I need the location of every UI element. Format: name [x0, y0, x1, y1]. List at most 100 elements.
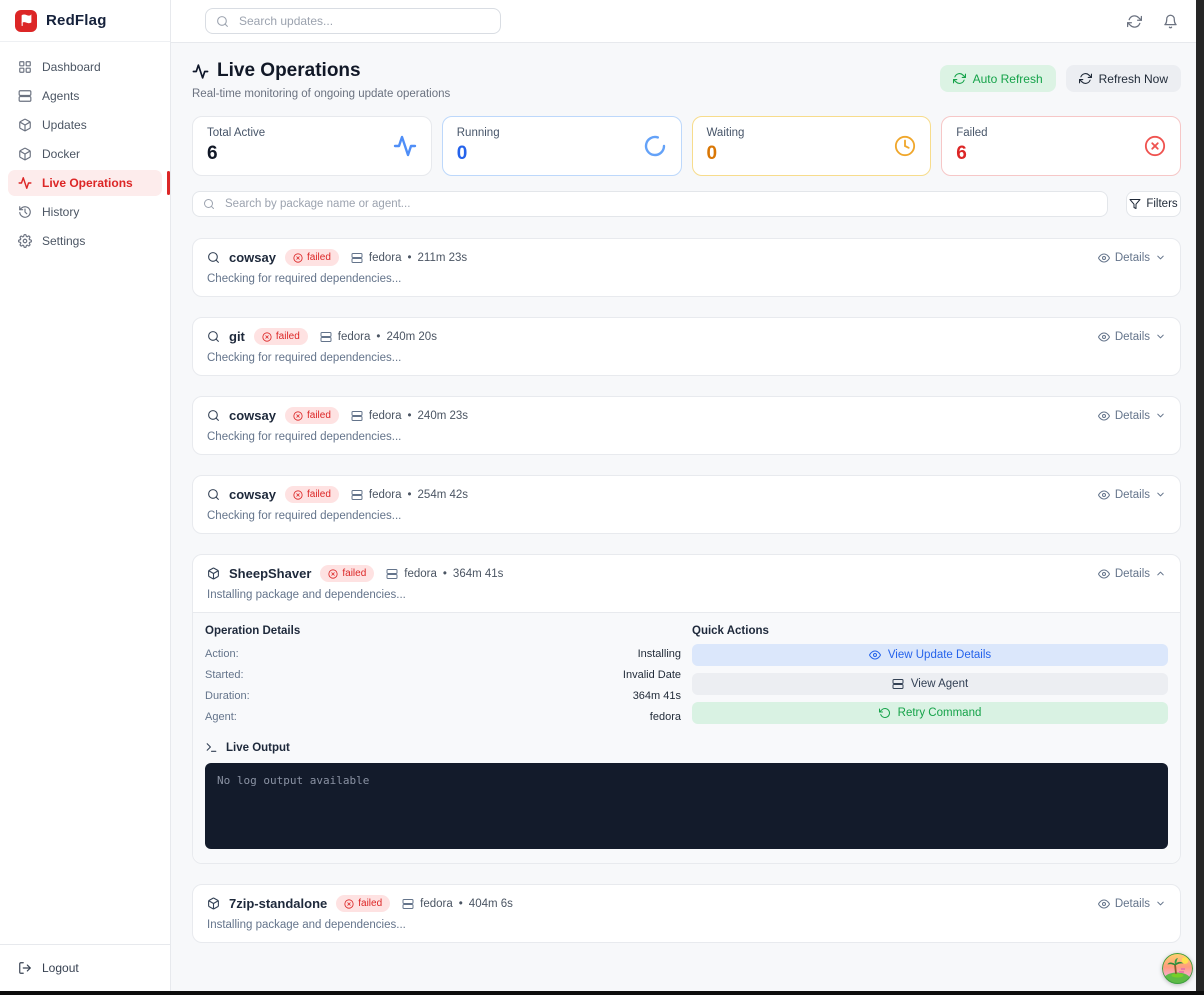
- topbar-icons: [1127, 14, 1178, 29]
- details-toggle[interactable]: Details: [1098, 410, 1166, 422]
- operations-search[interactable]: [192, 191, 1108, 217]
- sidebar-item-updates[interactable]: Updates: [8, 112, 162, 138]
- operation-name: cowsay: [229, 487, 276, 502]
- operation-details-title: Operation Details: [205, 625, 681, 637]
- search-icon: [207, 409, 220, 422]
- chevron-down-icon: [1155, 331, 1166, 342]
- bullet-separator: •: [408, 489, 412, 501]
- sidebar-item-label: Settings: [42, 234, 85, 248]
- sidebar-item-agents[interactable]: Agents: [8, 83, 162, 109]
- details-toggle[interactable]: Details: [1098, 568, 1166, 580]
- filters-button[interactable]: Filters: [1126, 191, 1181, 217]
- bullet-separator: •: [459, 898, 463, 910]
- chevron-down-icon: [1155, 410, 1166, 421]
- live-output-title: Live Output: [226, 742, 290, 754]
- quick-actions-column: Quick Actions View Update Details View A…: [692, 625, 1168, 731]
- search-icon: [207, 330, 220, 343]
- search-icon: [203, 198, 215, 210]
- status-badge: failed: [254, 328, 308, 345]
- agent-name: fedora: [404, 568, 437, 580]
- refresh-now-label: Refresh Now: [1099, 72, 1168, 86]
- x-circle-icon: [262, 332, 272, 342]
- sidebar-item-history[interactable]: History: [8, 199, 162, 225]
- action-label: Retry Command: [898, 707, 982, 719]
- operation-message: Installing package and dependencies...: [193, 582, 1180, 612]
- operation-message: Checking for required dependencies...: [193, 424, 1180, 454]
- view-update-details-button[interactable]: View Update Details: [692, 644, 1168, 666]
- operation-name: SheepShaver: [229, 566, 311, 581]
- detail-row-started: Started: Invalid Date: [205, 665, 681, 686]
- detail-value: fedora: [650, 711, 681, 723]
- duration: 404m 6s: [469, 898, 513, 910]
- operations-search-input[interactable]: [223, 197, 1097, 211]
- retry-command-button[interactable]: Retry Command: [692, 702, 1168, 724]
- x-circle-icon: [1144, 135, 1166, 157]
- global-search-input[interactable]: [237, 13, 490, 29]
- server-icon: [402, 898, 414, 910]
- action-label: View Agent: [911, 678, 968, 690]
- logout-label: Logout: [42, 961, 79, 975]
- duration: 364m 41s: [453, 568, 504, 580]
- sidebar-item-docker[interactable]: Docker: [8, 141, 162, 167]
- bullet-separator: •: [408, 252, 412, 264]
- stats-row: Total Active 6 Running 0 Waiting 0: [192, 116, 1181, 176]
- detail-row-action: Action: Installing: [205, 644, 681, 665]
- stat-value: 6: [956, 143, 987, 165]
- operation-card-7zip-standalone: 7zip-standalone failed fedora • 404m 6s …: [192, 884, 1181, 943]
- gear-icon: [18, 234, 32, 248]
- sidebar-item-label: Docker: [42, 147, 80, 161]
- eye-icon: [1098, 568, 1110, 580]
- details-toggle[interactable]: Details: [1098, 331, 1166, 343]
- activity-icon: [192, 63, 209, 80]
- agent-name: fedora: [338, 331, 371, 343]
- package-icon: [207, 567, 220, 580]
- sidebar-item-settings[interactable]: Settings: [8, 228, 162, 254]
- chevron-up-icon: [1155, 568, 1166, 579]
- stat-label: Running: [457, 127, 500, 139]
- filters-label: Filters: [1146, 198, 1177, 210]
- chevron-down-icon: [1155, 252, 1166, 263]
- refresh-now-button[interactable]: Refresh Now: [1066, 65, 1181, 92]
- bell-icon[interactable]: [1163, 14, 1178, 29]
- package-icon: [18, 118, 32, 132]
- operation-message: Installing package and dependencies...: [193, 912, 1180, 942]
- agent-name: fedora: [369, 410, 402, 422]
- sidebar-item-dashboard[interactable]: Dashboard: [8, 54, 162, 80]
- island-widget-button[interactable]: [1162, 953, 1193, 984]
- operation-meta: fedora • 254m 42s: [351, 489, 468, 501]
- global-search[interactable]: [205, 8, 501, 34]
- refresh-icon[interactable]: [1127, 14, 1142, 29]
- sidebar: RedFlag Dashboard Agents Updates Docker …: [0, 0, 171, 995]
- operation-card-cowsay: cowsay failed fedora • 211m 23s Details: [192, 238, 1181, 297]
- operation-card-cowsay: cowsay failed fedora • 240m 23s Details: [192, 396, 1181, 455]
- search-icon: [216, 15, 229, 28]
- expanded-details-panel: Operation Details Action: Installing Sta…: [193, 612, 1180, 863]
- detail-row-duration: Duration: 364m 41s: [205, 686, 681, 707]
- stat-value: 6: [207, 143, 265, 165]
- status-badge: failed: [285, 407, 339, 424]
- operation-meta: fedora • 364m 41s: [386, 568, 503, 580]
- detail-value: Invalid Date: [623, 669, 681, 681]
- details-toggle[interactable]: Details: [1098, 898, 1166, 910]
- stat-label: Failed: [956, 127, 987, 139]
- filter-icon: [1129, 198, 1141, 210]
- status-label: failed: [342, 568, 366, 579]
- server-icon: [320, 331, 332, 343]
- details-label: Details: [1115, 410, 1150, 422]
- logout-button[interactable]: Logout: [8, 955, 162, 981]
- activity-icon: [18, 176, 32, 190]
- details-toggle[interactable]: Details: [1098, 252, 1166, 264]
- auto-refresh-button[interactable]: Auto Refresh: [940, 65, 1056, 92]
- view-agent-button[interactable]: View Agent: [692, 673, 1168, 695]
- sidebar-nav: Dashboard Agents Updates Docker Live Ope…: [0, 42, 170, 944]
- sidebar-item-live-operations[interactable]: Live Operations: [8, 170, 162, 196]
- quick-actions-title: Quick Actions: [692, 625, 1168, 637]
- eye-icon: [1098, 252, 1110, 264]
- box-icon: [18, 147, 32, 161]
- logout-icon: [18, 961, 32, 975]
- operation-name: cowsay: [229, 250, 276, 265]
- agent-name: fedora: [369, 252, 402, 264]
- filter-row: Filters: [192, 191, 1181, 217]
- eye-icon: [1098, 898, 1110, 910]
- details-toggle[interactable]: Details: [1098, 489, 1166, 501]
